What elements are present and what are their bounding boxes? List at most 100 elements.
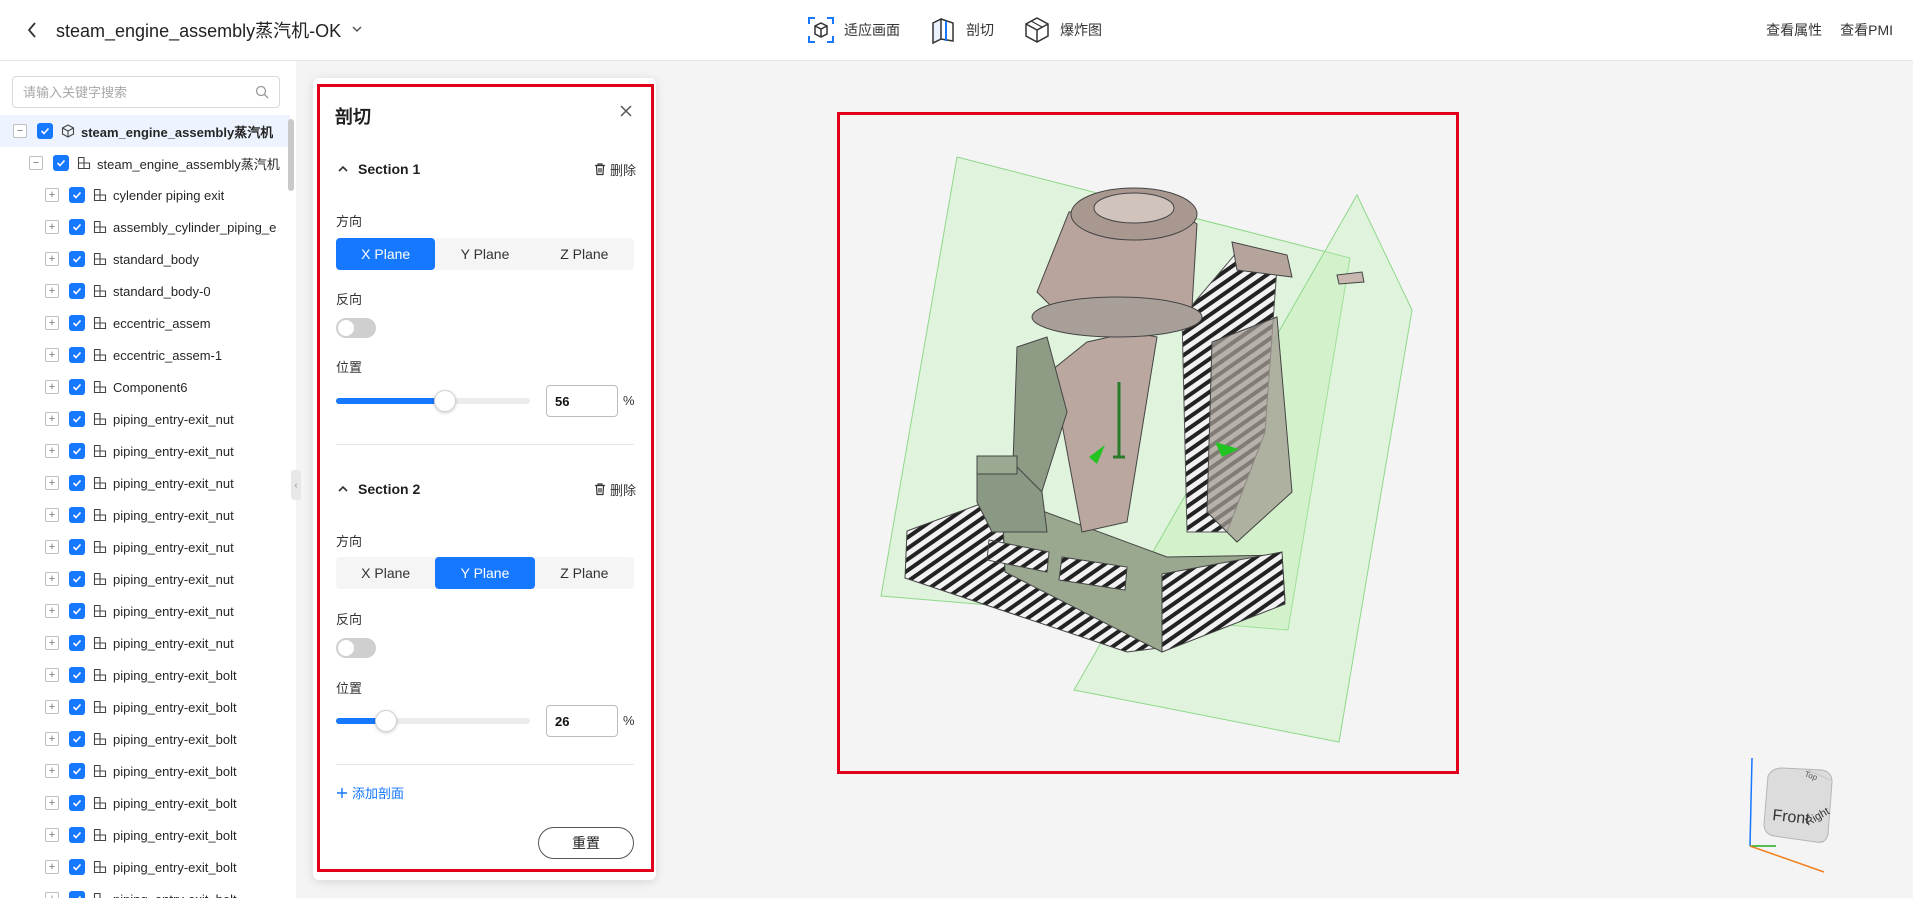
visibility-checkbox[interactable] [69, 667, 85, 683]
tree-item[interactable]: + piping_entry-exit_bolt [0, 659, 290, 691]
tree-item[interactable]: + piping_entry-exit_nut [0, 563, 290, 595]
tree-item[interactable]: + cylender piping exit [0, 179, 290, 211]
tree-item[interactable]: + piping_entry-exit_nut [0, 531, 290, 563]
slider-handle[interactable] [433, 390, 456, 412]
expand-toggle[interactable]: + [45, 636, 59, 650]
section-button[interactable]: 剖切 [928, 12, 994, 48]
tree-item[interactable]: + piping_entry-exit_nut [0, 627, 290, 659]
visibility-checkbox[interactable] [69, 795, 85, 811]
visibility-checkbox[interactable] [69, 891, 85, 898]
expand-toggle[interactable]: + [45, 732, 59, 746]
expand-toggle[interactable]: + [45, 892, 59, 898]
visibility-checkbox[interactable] [69, 315, 85, 331]
visibility-checkbox[interactable] [69, 379, 85, 395]
expand-toggle[interactable]: + [45, 700, 59, 714]
expand-toggle[interactable]: + [45, 604, 59, 618]
expand-toggle[interactable]: + [45, 860, 59, 874]
model-viewport[interactable] [837, 112, 1459, 774]
tree-item[interactable]: + piping_entry-exit_bolt [0, 723, 290, 755]
visibility-checkbox[interactable] [53, 155, 69, 171]
tree-item[interactable]: + eccentric_assem [0, 307, 290, 339]
visibility-checkbox[interactable] [69, 475, 85, 491]
visibility-checkbox[interactable] [69, 603, 85, 619]
tree-item[interactable]: + piping_entry-exit_bolt [0, 787, 290, 819]
expand-toggle[interactable]: + [45, 284, 59, 298]
visibility-checkbox[interactable] [69, 859, 85, 875]
visibility-checkbox[interactable] [69, 731, 85, 747]
visibility-checkbox[interactable] [69, 443, 85, 459]
expand-toggle[interactable]: + [45, 412, 59, 426]
fit-view-button[interactable]: 适应画面 [806, 12, 900, 48]
expand-toggle[interactable]: + [45, 348, 59, 362]
section-2-position-slider[interactable] [336, 710, 530, 732]
collapse-toggle[interactable]: − [13, 124, 27, 138]
tree-item[interactable]: + piping_entry-exit_bolt [0, 691, 290, 723]
tree-item[interactable]: + piping_entry-exit_bolt [0, 883, 290, 898]
expand-toggle[interactable]: + [45, 188, 59, 202]
visibility-checkbox[interactable] [69, 507, 85, 523]
visibility-checkbox[interactable] [69, 699, 85, 715]
search-icon[interactable] [255, 85, 269, 99]
expand-toggle[interactable]: + [45, 668, 59, 682]
section-1-delete-button[interactable]: 删除 [593, 160, 636, 179]
x-plane-button[interactable]: X Plane [336, 238, 436, 270]
tree-item[interactable]: + piping_entry-exit_nut [0, 467, 290, 499]
visibility-checkbox[interactable] [69, 283, 85, 299]
view-cube[interactable]: Front Right Top [1740, 754, 1840, 874]
tree-item[interactable]: + standard_body-0 [0, 275, 290, 307]
visibility-checkbox[interactable] [69, 571, 85, 587]
tree-item[interactable]: + piping_entry-exit_bolt [0, 851, 290, 883]
tree-item[interactable]: + piping_entry-exit_nut [0, 435, 290, 467]
tree-item[interactable]: + assembly_cylinder_piping_e [0, 211, 290, 243]
visibility-checkbox[interactable] [69, 251, 85, 267]
expand-toggle[interactable]: + [45, 796, 59, 810]
search-input[interactable] [23, 84, 255, 100]
view-pmi-link[interactable]: 查看PMI [1840, 20, 1893, 40]
tree-root-node[interactable]: − steam_engine_assembly蒸汽机 [0, 115, 290, 147]
visibility-checkbox[interactable] [69, 219, 85, 235]
section-1-reverse-toggle[interactable] [336, 318, 376, 338]
expand-toggle[interactable]: + [45, 316, 59, 330]
section-2-reverse-toggle[interactable] [336, 638, 376, 658]
tree-child-node[interactable]: − steam_engine_assembly蒸汽机 [0, 147, 290, 179]
chevron-down-icon[interactable] [350, 22, 364, 36]
expand-toggle[interactable]: + [45, 476, 59, 490]
expand-toggle[interactable]: + [45, 540, 59, 554]
expand-toggle[interactable]: + [45, 828, 59, 842]
add-section-button[interactable]: 添加剖面 [336, 783, 404, 802]
expand-toggle[interactable]: + [45, 444, 59, 458]
section-1-position-slider[interactable] [336, 390, 530, 412]
close-button[interactable] [616, 101, 636, 121]
visibility-checkbox[interactable] [69, 635, 85, 651]
y-plane-button[interactable]: Y Plane [435, 557, 535, 589]
collapse-toggle[interactable]: − [29, 156, 43, 170]
tree-item[interactable]: + standard_body [0, 243, 290, 275]
explode-button[interactable]: 爆炸图 [1022, 12, 1102, 48]
chevron-up-icon[interactable] [336, 482, 350, 496]
expand-toggle[interactable]: + [45, 380, 59, 394]
chevron-up-icon[interactable] [336, 162, 350, 176]
tree-item[interactable]: + piping_entry-exit_nut [0, 499, 290, 531]
visibility-checkbox[interactable] [37, 123, 53, 139]
expand-toggle[interactable]: + [45, 220, 59, 234]
tree-item[interactable]: + piping_entry-exit_nut [0, 595, 290, 627]
visibility-checkbox[interactable] [69, 347, 85, 363]
section-2-position-input[interactable] [546, 705, 618, 737]
expand-toggle[interactable]: + [45, 252, 59, 266]
tree-item[interactable]: + Component6 [0, 371, 290, 403]
expand-toggle[interactable]: + [45, 508, 59, 522]
x-plane-button[interactable]: X Plane [336, 557, 435, 589]
section-1-position-input[interactable] [546, 385, 618, 417]
sidebar-scrollbar[interactable] [288, 119, 294, 191]
tree-item[interactable]: + piping_entry-exit_nut [0, 403, 290, 435]
visibility-checkbox[interactable] [69, 187, 85, 203]
sidebar-collapse-handle[interactable]: ‹ [291, 470, 301, 500]
visibility-checkbox[interactable] [69, 539, 85, 555]
tree-item[interactable]: + piping_entry-exit_bolt [0, 819, 290, 851]
z-plane-button[interactable]: Z Plane [535, 238, 634, 270]
tree-item[interactable]: + piping_entry-exit_bolt [0, 755, 290, 787]
visibility-checkbox[interactable] [69, 763, 85, 779]
expand-toggle[interactable]: + [45, 572, 59, 586]
visibility-checkbox[interactable] [69, 827, 85, 843]
y-plane-button[interactable]: Y Plane [435, 238, 534, 270]
